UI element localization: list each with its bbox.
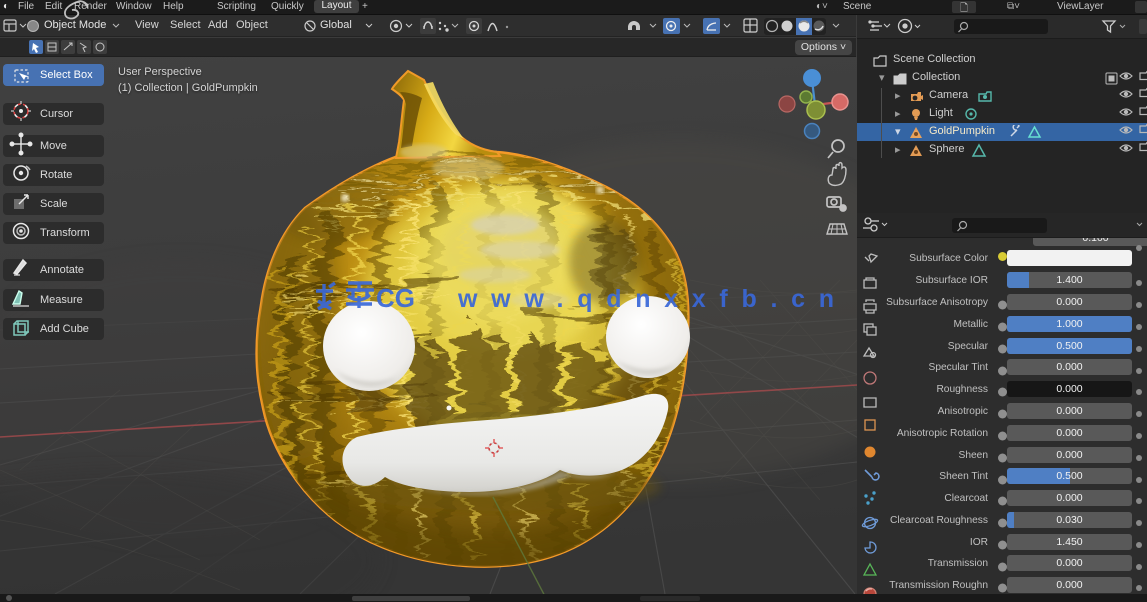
svg-text:CG: CG xyxy=(376,283,415,313)
